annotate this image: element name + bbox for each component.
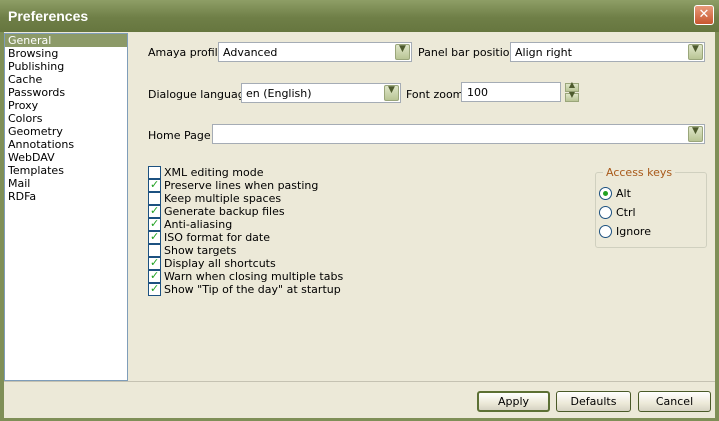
- panel-bar-position-value: Align right: [515, 46, 572, 59]
- checkmark-icon: ✓: [150, 178, 160, 191]
- defaults-button[interactable]: Defaults: [556, 391, 631, 412]
- dialogue-language-label: Dialogue language: [148, 88, 252, 101]
- sidebar-item-proxy[interactable]: Proxy: [5, 99, 127, 112]
- button-bar-separator: [4, 381, 715, 382]
- font-zoom-input[interactable]: 100: [461, 82, 561, 102]
- chevron-down-icon[interactable]: ▼: [688, 44, 703, 60]
- sidebar-item-templates[interactable]: Templates: [5, 164, 127, 177]
- window-title: Preferences: [8, 8, 89, 24]
- checkbox-label: Anti-aliasing: [164, 218, 233, 231]
- sidebar-item-annotations[interactable]: Annotations: [5, 138, 127, 151]
- radio-button[interactable]: [599, 187, 612, 200]
- radio-selected-dot: [603, 191, 608, 196]
- apply-button[interactable]: Apply: [477, 391, 550, 412]
- checkbox-label: Show "Tip of the day" at startup: [164, 283, 341, 296]
- checkmark-icon: ✓: [150, 204, 160, 217]
- chevron-up-icon: ▲: [568, 80, 576, 89]
- close-button[interactable]: ✕: [694, 5, 714, 25]
- sidebar-item-webdav[interactable]: WebDAV: [5, 151, 127, 164]
- home-page-label: Home Page: [148, 129, 211, 142]
- checkbox[interactable]: ✓: [148, 282, 161, 296]
- checkbox-label: Warn when closing multiple tabs: [164, 270, 344, 283]
- preferences-window: Preferences ✕ General Browsing Publishin…: [0, 0, 719, 421]
- font-zoom-value: 100: [467, 86, 488, 99]
- sidebar-item-colors[interactable]: Colors: [5, 112, 127, 125]
- checkmark-icon: ✓: [150, 230, 160, 243]
- home-page-input[interactable]: ▼: [212, 124, 705, 144]
- access-keys-title: Access keys: [603, 166, 676, 179]
- checkmark-icon: ✓: [150, 217, 160, 230]
- cancel-button[interactable]: Cancel: [638, 391, 711, 412]
- chevron-down-icon: ▼: [568, 90, 576, 99]
- panel-bar-position-label: Panel bar position:: [418, 46, 521, 59]
- chevron-down-icon[interactable]: ▼: [384, 85, 399, 101]
- dialogue-language-select[interactable]: en (English) ▼: [241, 83, 401, 103]
- close-icon: ✕: [698, 7, 710, 22]
- amaya-profile-label: Amaya profile:: [148, 46, 229, 59]
- sidebar-item-publishing[interactable]: Publishing: [5, 60, 127, 73]
- checkbox-label: Display all shortcuts: [164, 257, 276, 270]
- sidebar-item-geometry[interactable]: Geometry: [5, 125, 127, 138]
- font-zoom-label: Font zoom: [406, 88, 464, 101]
- checkmark-icon: ✓: [150, 282, 160, 295]
- dialogue-language-value: en (English): [246, 87, 312, 100]
- amaya-profile-value: Advanced: [223, 46, 278, 59]
- checkbox-label: Keep multiple spaces: [164, 192, 282, 205]
- radio-button[interactable]: [599, 225, 612, 238]
- amaya-profile-select[interactable]: Advanced ▼: [218, 42, 412, 62]
- checkmark-icon: ✓: [150, 269, 160, 282]
- title-bar[interactable]: Preferences ✕: [0, 0, 719, 32]
- sidebar-item-mail[interactable]: Mail: [5, 177, 127, 190]
- checkbox[interactable]: ✓: [148, 230, 161, 244]
- chevron-down-icon[interactable]: ▼: [395, 44, 410, 60]
- window-border-right: [715, 32, 719, 421]
- checkbox-label: Preserve lines when pasting: [164, 179, 319, 192]
- sidebar-item-browsing[interactable]: Browsing: [5, 47, 127, 60]
- checkbox-label: Generate backup files: [164, 205, 285, 218]
- checkbox-label: ISO format for date: [164, 231, 271, 244]
- checkbox-label: Show targets: [164, 244, 237, 257]
- checkbox[interactable]: ✓: [148, 178, 161, 192]
- checkmark-icon: ✓: [150, 256, 160, 269]
- sidebar-item-general[interactable]: General: [5, 34, 127, 47]
- radio-label: Ignore: [616, 225, 651, 238]
- category-list[interactable]: General Browsing Publishing Cache Passwo…: [4, 33, 128, 381]
- radio-label: Alt: [616, 187, 631, 200]
- zoom-down-button[interactable]: ▼: [565, 90, 579, 102]
- radio-label: Ctrl: [616, 206, 636, 219]
- chevron-down-icon[interactable]: ▼: [688, 126, 703, 142]
- sidebar-item-cache[interactable]: Cache: [5, 73, 127, 86]
- sidebar-item-rdfa[interactable]: RDFa: [5, 190, 127, 203]
- panel-bar-position-select[interactable]: Align right ▼: [510, 42, 705, 62]
- checkbox-label: XML editing mode: [164, 166, 264, 179]
- radio-button[interactable]: [599, 206, 612, 219]
- sidebar-item-passwords[interactable]: Passwords: [5, 86, 127, 99]
